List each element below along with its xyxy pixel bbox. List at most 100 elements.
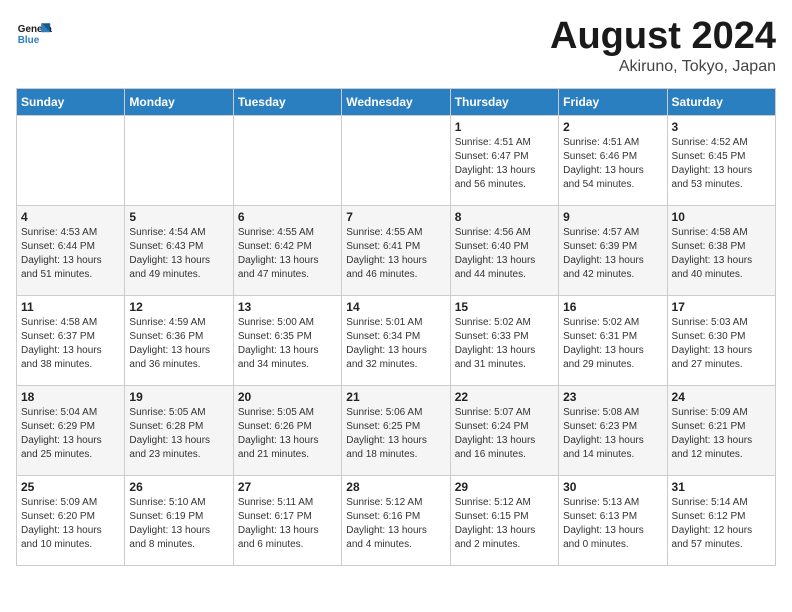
day-info: Sunrise: 5:14 AM Sunset: 6:12 PM Dayligh… xyxy=(672,496,771,552)
day-info: Sunrise: 5:02 AM Sunset: 6:33 PM Dayligh… xyxy=(455,316,554,372)
week-row-3: 18 Sunrise: 5:04 AM Sunset: 6:29 PM Dayli… xyxy=(17,385,776,475)
calendar-cell: 13Sunrise: 5:00 AM Sunset: 6:35 PM Dayli… xyxy=(233,295,341,385)
calendar-cell: 19 Sunrise: 5:05 AM Sunset: 6:28 PM Dayli… xyxy=(125,385,233,475)
page-header: General Blue August 2024 Akiruno, Tokyo,… xyxy=(16,16,776,76)
day-number: 5 xyxy=(129,210,228,224)
day-number: 18 xyxy=(21,390,120,404)
header-sunday: Sunday xyxy=(17,88,125,115)
calendar-cell: 9 Sunrise: 4:57 AM Sunset: 6:39 PM Daylig… xyxy=(559,205,667,295)
header-wednesday: Wednesday xyxy=(342,88,450,115)
svg-text:Blue: Blue xyxy=(18,35,40,46)
header-thursday: Thursday xyxy=(450,88,558,115)
calendar-cell: 27 Sunrise: 5:11 AM Sunset: 6:17 PM Dayli… xyxy=(233,475,341,565)
calendar-cell: 14Sunrise: 5:01 AM Sunset: 6:34 PM Dayli… xyxy=(342,295,450,385)
calendar-cell: 25Sunrise: 5:09 AM Sunset: 6:20 PM Dayli… xyxy=(17,475,125,565)
day-number: 15 xyxy=(455,300,554,314)
calendar-cell: 29Sunrise: 5:12 AM Sunset: 6:15 PM Dayli… xyxy=(450,475,558,565)
day-info: Sunrise: 4:55 AM Sunset: 6:42 PM Dayligh… xyxy=(238,226,337,282)
calendar-cell: 10Sunrise: 4:58 AM Sunset: 6:38 PM Dayli… xyxy=(667,205,775,295)
day-number: 8 xyxy=(455,210,554,224)
calendar-cell: 23 Sunrise: 5:08 AM Sunset: 6:23 PM Dayli… xyxy=(559,385,667,475)
calendar-cell: 7 Sunrise: 4:55 AM Sunset: 6:41 PM Daylig… xyxy=(342,205,450,295)
day-info: Sunrise: 5:05 AM Sunset: 6:28 PM Dayligh… xyxy=(129,406,228,462)
calendar-cell: 31 Sunrise: 5:14 AM Sunset: 6:12 PM Dayli… xyxy=(667,475,775,565)
calendar-cell: 1Sunrise: 4:51 AM Sunset: 6:47 PM Daylig… xyxy=(450,115,558,205)
day-number: 27 xyxy=(238,480,337,494)
day-number: 22 xyxy=(455,390,554,404)
calendar-cell xyxy=(17,115,125,205)
day-number: 2 xyxy=(563,120,662,134)
calendar-cell: 24 Sunrise: 5:09 AM Sunset: 6:21 PM Dayli… xyxy=(667,385,775,475)
day-info: Sunrise: 5:02 AM Sunset: 6:31 PM Dayligh… xyxy=(563,316,662,372)
day-info: Sunrise: 5:09 AM Sunset: 6:20 PM Dayligh… xyxy=(21,496,120,552)
day-info: Sunrise: 4:58 AM Sunset: 6:38 PM Dayligh… xyxy=(672,226,771,282)
calendar-cell: 26 Sunrise: 5:10 AM Sunset: 6:19 PM Dayli… xyxy=(125,475,233,565)
day-info: Sunrise: 5:08 AM Sunset: 6:23 PM Dayligh… xyxy=(563,406,662,462)
day-number: 28 xyxy=(346,480,445,494)
calendar-cell: 28 Sunrise: 5:12 AM Sunset: 6:16 PM Dayli… xyxy=(342,475,450,565)
logo: General Blue xyxy=(16,16,52,52)
calendar-cell: 3Sunrise: 4:52 AM Sunset: 6:45 PM Daylig… xyxy=(667,115,775,205)
month-title: August 2024 xyxy=(550,16,776,58)
day-number: 12 xyxy=(129,300,228,314)
day-number: 19 xyxy=(129,390,228,404)
calendar-cell: 20 Sunrise: 5:05 AM Sunset: 6:26 PM Dayli… xyxy=(233,385,341,475)
calendar-cell xyxy=(125,115,233,205)
logo-icon: General Blue xyxy=(16,16,52,52)
calendar-cell xyxy=(342,115,450,205)
day-info: Sunrise: 5:11 AM Sunset: 6:17 PM Dayligh… xyxy=(238,496,337,552)
day-info: Sunrise: 4:57 AM Sunset: 6:39 PM Dayligh… xyxy=(563,226,662,282)
day-info: Sunrise: 5:03 AM Sunset: 6:30 PM Dayligh… xyxy=(672,316,771,372)
day-info: Sunrise: 4:55 AM Sunset: 6:41 PM Dayligh… xyxy=(346,226,445,282)
calendar-cell: 22Sunrise: 5:07 AM Sunset: 6:24 PM Dayli… xyxy=(450,385,558,475)
location: Akiruno, Tokyo, Japan xyxy=(550,58,776,76)
day-number: 24 xyxy=(672,390,771,404)
week-row-2: 11Sunrise: 4:58 AM Sunset: 6:37 PM Dayli… xyxy=(17,295,776,385)
day-info: Sunrise: 5:05 AM Sunset: 6:26 PM Dayligh… xyxy=(238,406,337,462)
calendar-cell: 30Sunrise: 5:13 AM Sunset: 6:13 PM Dayli… xyxy=(559,475,667,565)
calendar-cell: 5 Sunrise: 4:54 AM Sunset: 6:43 PM Daylig… xyxy=(125,205,233,295)
day-number: 23 xyxy=(563,390,662,404)
day-number: 31 xyxy=(672,480,771,494)
calendar-cell: 11Sunrise: 4:58 AM Sunset: 6:37 PM Dayli… xyxy=(17,295,125,385)
day-number: 26 xyxy=(129,480,228,494)
day-info: Sunrise: 5:12 AM Sunset: 6:15 PM Dayligh… xyxy=(455,496,554,552)
calendar-body: 1Sunrise: 4:51 AM Sunset: 6:47 PM Daylig… xyxy=(17,115,776,565)
day-info: Sunrise: 5:09 AM Sunset: 6:21 PM Dayligh… xyxy=(672,406,771,462)
calendar-cell: 4Sunrise: 4:53 AM Sunset: 6:44 PM Daylig… xyxy=(17,205,125,295)
day-info: Sunrise: 4:56 AM Sunset: 6:40 PM Dayligh… xyxy=(455,226,554,282)
day-info: Sunrise: 5:10 AM Sunset: 6:19 PM Dayligh… xyxy=(129,496,228,552)
day-number: 9 xyxy=(563,210,662,224)
header-monday: Monday xyxy=(125,88,233,115)
day-info: Sunrise: 5:01 AM Sunset: 6:34 PM Dayligh… xyxy=(346,316,445,372)
header-row: SundayMondayTuesdayWednesdayThursdayFrid… xyxy=(17,88,776,115)
day-info: Sunrise: 5:04 AM Sunset: 6:29 PM Dayligh… xyxy=(21,406,120,462)
day-info: Sunrise: 5:06 AM Sunset: 6:25 PM Dayligh… xyxy=(346,406,445,462)
day-number: 6 xyxy=(238,210,337,224)
day-info: Sunrise: 4:52 AM Sunset: 6:45 PM Dayligh… xyxy=(672,136,771,192)
header-tuesday: Tuesday xyxy=(233,88,341,115)
day-info: Sunrise: 4:59 AM Sunset: 6:36 PM Dayligh… xyxy=(129,316,228,372)
day-number: 13 xyxy=(238,300,337,314)
day-number: 20 xyxy=(238,390,337,404)
day-number: 7 xyxy=(346,210,445,224)
calendar-cell: 18 Sunrise: 5:04 AM Sunset: 6:29 PM Dayli… xyxy=(17,385,125,475)
day-number: 4 xyxy=(21,210,120,224)
day-info: Sunrise: 4:54 AM Sunset: 6:43 PM Dayligh… xyxy=(129,226,228,282)
day-number: 30 xyxy=(563,480,662,494)
day-number: 21 xyxy=(346,390,445,404)
calendar-cell: 16 Sunrise: 5:02 AM Sunset: 6:31 PM Dayli… xyxy=(559,295,667,385)
calendar-cell: 2 Sunrise: 4:51 AM Sunset: 6:46 PM Daylig… xyxy=(559,115,667,205)
day-number: 17 xyxy=(672,300,771,314)
calendar-header: SundayMondayTuesdayWednesdayThursdayFrid… xyxy=(17,88,776,115)
day-info: Sunrise: 5:12 AM Sunset: 6:16 PM Dayligh… xyxy=(346,496,445,552)
calendar-cell: 17 Sunrise: 5:03 AM Sunset: 6:30 PM Dayli… xyxy=(667,295,775,385)
week-row-4: 25Sunrise: 5:09 AM Sunset: 6:20 PM Dayli… xyxy=(17,475,776,565)
calendar-cell xyxy=(233,115,341,205)
day-info: Sunrise: 4:51 AM Sunset: 6:46 PM Dayligh… xyxy=(563,136,662,192)
day-number: 16 xyxy=(563,300,662,314)
calendar-cell: 6 Sunrise: 4:55 AM Sunset: 6:42 PM Daylig… xyxy=(233,205,341,295)
week-row-0: 1Sunrise: 4:51 AM Sunset: 6:47 PM Daylig… xyxy=(17,115,776,205)
week-row-1: 4Sunrise: 4:53 AM Sunset: 6:44 PM Daylig… xyxy=(17,205,776,295)
calendar-cell: 8 Sunrise: 4:56 AM Sunset: 6:40 PM Daylig… xyxy=(450,205,558,295)
